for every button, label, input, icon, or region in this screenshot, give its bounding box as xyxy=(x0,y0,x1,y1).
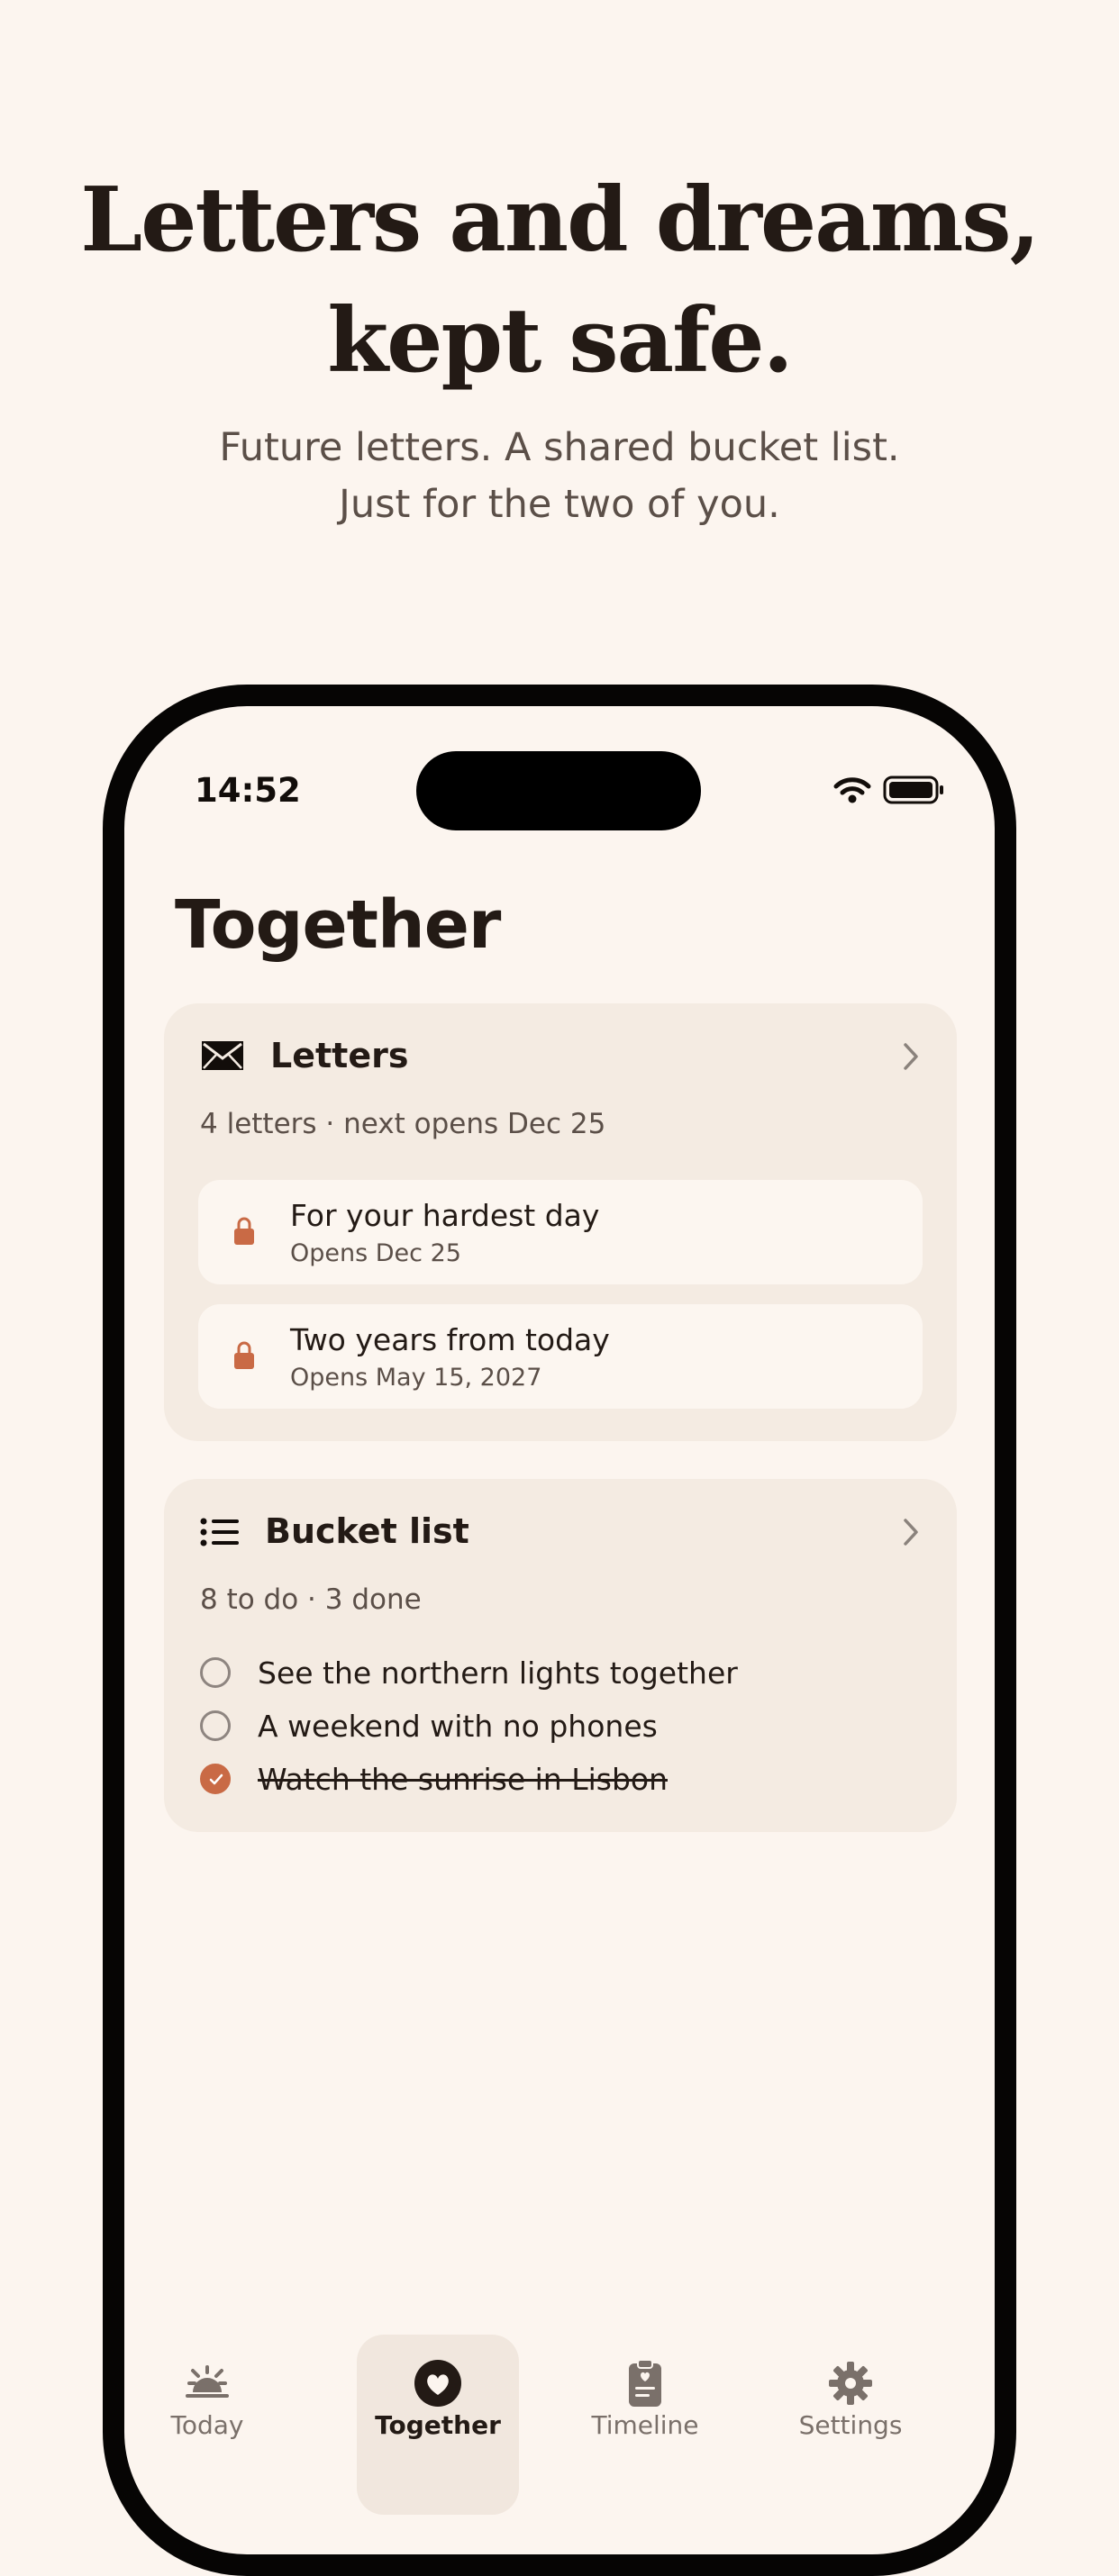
dynamic-island xyxy=(416,751,701,830)
checkbox-checked[interactable] xyxy=(200,1764,231,1794)
tab-label: Settings xyxy=(798,2410,903,2440)
tab-label: Together xyxy=(375,2410,501,2440)
heart-icon xyxy=(414,2360,461,2407)
checkmark-icon xyxy=(209,1773,223,1785)
list-icon xyxy=(200,1518,239,1547)
tab-label: Timeline xyxy=(591,2410,699,2440)
letter-item-subtitle: Opens Dec 25 xyxy=(290,1239,461,1267)
checkbox[interactable] xyxy=(200,1710,231,1741)
letter-item-title: Two years from today xyxy=(290,1322,610,1357)
hero-subtitle-line-2: Just for the two of you. xyxy=(339,482,780,527)
chevron-right-icon[interactable] xyxy=(901,1041,921,1072)
lock-icon xyxy=(234,1341,254,1369)
gear-icon xyxy=(829,2362,872,2405)
sunrise-icon xyxy=(186,2365,229,2398)
bucket-list-title: Bucket list xyxy=(265,1511,469,1551)
wifi-icon xyxy=(833,777,871,803)
tab-settings[interactable]: Settings xyxy=(769,2335,932,2515)
bucket-item[interactable]: See the northern lights together xyxy=(200,1655,921,1697)
letters-title: Letters xyxy=(270,1036,409,1075)
letter-item[interactable]: Two years from today Opens May 15, 2027 xyxy=(198,1304,923,1409)
screen-title: Together xyxy=(175,886,501,964)
envelope-icon xyxy=(202,1041,243,1070)
clipboard-icon xyxy=(629,2359,661,2407)
letter-item-title: For your hardest day xyxy=(290,1198,600,1233)
tab-label: Today xyxy=(170,2410,244,2440)
bucket-list-meta: 8 to do · 3 done xyxy=(200,1583,422,1616)
letters-meta: 4 letters · next opens Dec 25 xyxy=(200,1108,606,1140)
hero-title-line-2: kept safe. xyxy=(327,289,793,393)
hero-title-line-1: Letters and dreams, xyxy=(80,168,1040,272)
hero-title: Letters and dreams, kept safe. xyxy=(0,160,1119,402)
bucket-item-label: A weekend with no phones xyxy=(258,1709,658,1744)
bucket-item-label: See the northern lights together xyxy=(258,1655,738,1691)
letters-card[interactable]: Letters 4 letters · next opens Dec 25 Fo… xyxy=(164,1003,957,1441)
tab-together[interactable]: Together xyxy=(357,2335,519,2515)
checkbox[interactable] xyxy=(200,1657,231,1688)
bucket-item[interactable]: A weekend with no phones xyxy=(200,1709,921,1750)
phone-mockup: 14:52 Together Letters 4 letters · next … xyxy=(103,685,1016,2576)
bucket-item[interactable]: Watch the sunrise in Lisbon xyxy=(200,1762,921,1803)
tab-bar: Today Together Timeline Settings xyxy=(124,2335,995,2554)
chevron-right-icon[interactable] xyxy=(901,1517,921,1547)
bucket-list-card[interactable]: Bucket list 8 to do · 3 done See the nor… xyxy=(164,1479,957,1832)
battery-icon xyxy=(883,776,943,804)
letter-item[interactable]: For your hardest day Opens Dec 25 xyxy=(198,1180,923,1284)
tab-today[interactable]: Today xyxy=(126,2335,288,2515)
bucket-item-label: Watch the sunrise in Lisbon xyxy=(258,1762,668,1797)
letter-item-subtitle: Opens May 15, 2027 xyxy=(290,1364,542,1392)
lock-icon xyxy=(234,1217,254,1245)
tab-timeline[interactable]: Timeline xyxy=(564,2335,726,2515)
hero-subtitle: Future letters. A shared bucket list. Ju… xyxy=(0,420,1119,533)
hero-subtitle-line-1: Future letters. A shared bucket list. xyxy=(219,425,900,470)
status-bar-time: 14:52 xyxy=(195,771,301,810)
